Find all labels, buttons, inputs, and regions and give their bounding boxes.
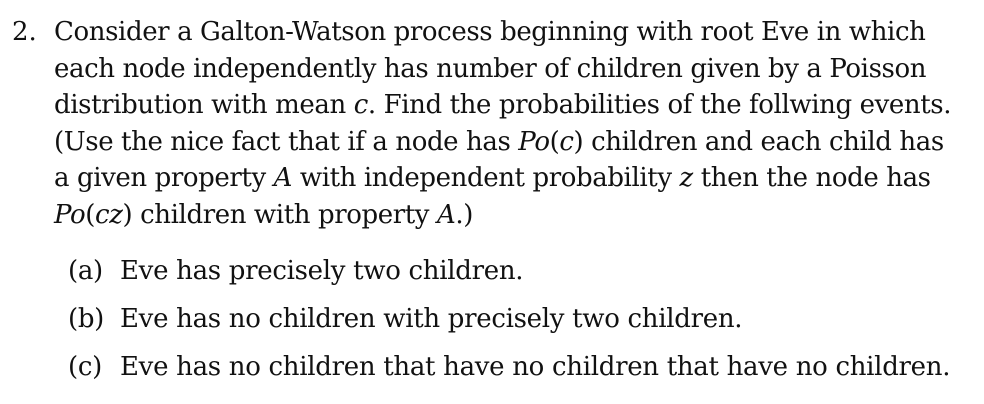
math-c: c [559, 126, 574, 157]
text-run: .) [455, 199, 473, 230]
statement-line-6: Po(cz) children with property A.) [54, 197, 974, 234]
subpart-b: (b) Eve has no children with precisely t… [68, 304, 968, 352]
subpart-label: (c) [68, 352, 102, 382]
math-po: Po [54, 199, 86, 230]
text-run: . Find the probabilities of the follwing… [367, 90, 952, 120]
math-c: c [353, 90, 369, 120]
subparts-list: (a) Eve has precisely two children. (b) … [68, 256, 968, 400]
subpart-text: Eve has precisely two children. [120, 256, 524, 286]
statement-line-1: Consider a Galton-Watson process beginni… [54, 14, 974, 51]
subpart-text: Eve has no children with precisely two c… [120, 304, 743, 334]
text-run: (Use the nice fact that if a node has [54, 126, 519, 157]
text-run: each node independently has number of ch… [54, 53, 927, 84]
text-run: ) children with property [122, 199, 437, 230]
math-a: A [436, 199, 456, 230]
subpart-label: (a) [68, 256, 103, 286]
math-cz: cz [95, 199, 123, 230]
text-run: ( [85, 199, 96, 230]
text-run: a given property [54, 163, 274, 193]
math-z: z [679, 163, 694, 193]
text-run: with independent probability [292, 163, 680, 193]
statement-line-2: each node independently has number of ch… [54, 51, 974, 88]
text-run: distribution with mean [54, 90, 354, 120]
statement-line-4: (Use the nice fact that if a node has Po… [54, 124, 974, 161]
math-po: Po [518, 126, 550, 157]
text-run: ( [549, 126, 560, 157]
statement-line-5: a given property A with independent prob… [54, 160, 974, 197]
problem-statement: Consider a Galton-Watson process beginni… [54, 14, 974, 233]
math-a: A [273, 163, 293, 193]
subpart-label: (b) [68, 304, 105, 334]
problem-number: 2. [12, 17, 37, 47]
subpart-c: (c) Eve has no children that have no chi… [68, 352, 968, 400]
subpart-text: Eve has no children that have no childre… [120, 352, 951, 382]
subpart-a: (a) Eve has precisely two children. [68, 256, 968, 304]
statement-line-3: distribution with mean c. Find the proba… [54, 87, 974, 124]
text-run: then the node has [692, 163, 931, 193]
text-run: ) children and each child has [573, 126, 945, 157]
text-run: Consider a Galton-Watson process beginni… [54, 17, 926, 47]
